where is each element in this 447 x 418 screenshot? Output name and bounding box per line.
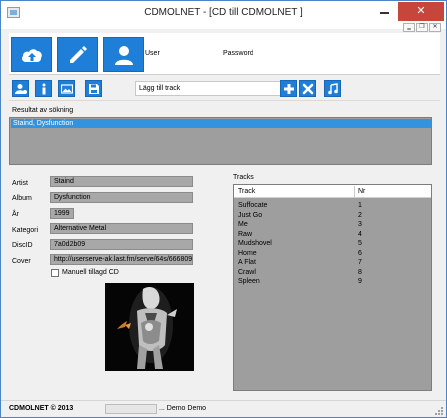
album-field[interactable]: Dysfunction [50,192,193,203]
mdi-close-button[interactable]: ✕ [429,23,441,32]
music-note-icon [328,83,338,95]
login-banner: User Password [9,33,440,75]
table-row[interactable]: Spleen 9 [234,277,431,286]
mdi-minimize-button[interactable]: ‗ [403,23,415,32]
table-row[interactable]: Suffocate 1 [234,201,431,210]
info-icon [42,83,46,95]
password-label: Password [223,50,254,57]
music-button[interactable] [324,80,341,97]
cloud-upload-icon [22,49,42,62]
album-cover-image [105,283,194,371]
category-field[interactable]: Alternative Metal [50,223,193,234]
toolbar-separator [9,100,440,101]
user-input[interactable] [163,47,217,60]
artist-label: Artist [12,180,28,187]
picture-icon [61,84,73,94]
year-field[interactable]: 1999 [50,208,74,219]
user-button[interactable] [103,37,144,72]
track-name: Crawl [238,268,256,276]
edit-button[interactable] [57,37,98,72]
track-name: Suffocate [238,202,268,209]
track-nr: 7 [358,259,362,266]
cover-label: Cover [12,258,31,265]
app-window: CDMOLNET - [CD till CDMOLNET ] ✕ ‗ ❐ ✕ U… [0,0,447,418]
track-name: A Flat [238,259,256,266]
category-label: Kategori [12,227,39,234]
tracks-table: Track Nr Suffocate 1 Just Go 2 Me 3 Raw 4 Mu… [233,184,432,391]
list-item[interactable]: Staind, Dysfunction [11,119,431,128]
user-info-button[interactable] [12,80,29,97]
table-row[interactable]: A Flat 7 [234,258,431,267]
track-nr: 1 [358,202,362,209]
artist-field[interactable]: Staind [50,176,193,187]
table-row[interactable]: Crawl 8 [234,268,431,277]
user-icon [115,46,133,65]
delete-icon [302,83,314,95]
add-icon [284,84,294,94]
track-name: Spleen [238,278,260,285]
track-name: Me [238,221,248,228]
discid-field[interactable]: 7a0d2b09 [50,239,193,250]
track-nr: 5 [358,240,362,247]
tracks-label: Tracks [233,174,254,181]
password-input[interactable] [253,47,315,60]
search-input[interactable]: Lägg till track [135,81,281,96]
minimize-button[interactable] [371,2,397,20]
status-bar: CDMOLNET © 2013 ... Demo Demo [1,400,446,417]
table-row[interactable]: Me 3 [234,220,431,229]
track-name: Raw [238,230,253,238]
info-button[interactable] [35,80,52,97]
resize-grip-icon[interactable] [435,407,444,416]
track-nr: 8 [358,268,362,276]
manual-cd-checkbox[interactable] [51,269,59,277]
status-text: ... Demo Demo [159,405,207,412]
title-bar: CDMOLNET - [CD till CDMOLNET ] ✕ [1,1,446,29]
save-button[interactable] [85,80,102,97]
status-brand: CDMOLNET © 2013 [9,405,74,412]
album-label: Album [12,195,32,202]
tracks-header: Track Nr [234,185,431,198]
track-nr: 4 [358,230,362,238]
track-nr: 9 [358,278,362,285]
track-name: Home [238,249,257,257]
discid-label: DiscID [12,242,33,249]
table-row[interactable]: Mudshovel 5 [234,239,431,248]
track-column-header[interactable]: Track [238,188,255,195]
manual-cd-label: Manuell tillagd CD [62,269,119,276]
track-nr: 3 [358,221,362,228]
mdi-restore-button[interactable]: ❐ [416,23,428,32]
year-label: År [12,211,19,218]
add-button[interactable] [280,80,297,97]
track-nr: 2 [358,211,362,219]
cover-url-field[interactable]: http://userserve-ak.last.fm/serve/64s/66… [50,254,193,265]
user-info-icon [15,84,27,94]
mdi-controls: ‗ ❐ ✕ [403,23,443,33]
pencil-icon [70,46,87,63]
cloud-upload-button[interactable] [11,37,52,72]
save-icon [89,84,99,94]
column-divider[interactable] [354,186,355,197]
track-nr: 6 [358,249,362,257]
toolbar: Lägg till track [9,77,440,101]
results-list[interactable]: Staind, Dysfunction [9,117,432,165]
table-row[interactable]: Just Go 2 [234,211,431,220]
delete-button[interactable] [299,80,316,97]
progress-bar [105,404,157,414]
user-label: User [145,50,160,57]
table-row[interactable]: Home 6 [234,249,431,258]
close-button[interactable]: ✕ [398,2,444,21]
table-row[interactable]: Raw 4 [234,230,431,239]
results-label: Resultat av sökning [12,107,74,114]
nr-column-header[interactable]: Nr [358,188,365,195]
track-name: Mudshovel [238,240,272,247]
track-name: Just Go [238,211,263,219]
picture-button[interactable] [58,80,75,97]
